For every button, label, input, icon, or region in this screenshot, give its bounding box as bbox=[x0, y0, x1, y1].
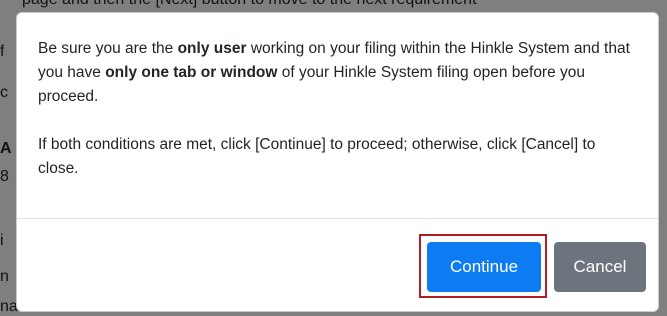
dialog-body: Be sure you are the only user working on… bbox=[38, 37, 638, 205]
continue-button[interactable]: Continue bbox=[427, 242, 541, 292]
confirmation-dialog: Be sure you are the only user working on… bbox=[16, 12, 659, 312]
dialog-instruction-text: If both conditions are met, click [Conti… bbox=[38, 136, 596, 177]
warning-emphasis-one-tab: only one tab or window bbox=[105, 64, 278, 81]
dialog-footer-divider bbox=[17, 218, 658, 219]
dialog-warning-text: Be sure you are the only user working on… bbox=[38, 37, 638, 109]
warning-emphasis-only-user: only user bbox=[177, 40, 247, 57]
cancel-button[interactable]: Cancel bbox=[554, 242, 646, 292]
warning-text-part: Be sure you are the bbox=[38, 40, 178, 57]
